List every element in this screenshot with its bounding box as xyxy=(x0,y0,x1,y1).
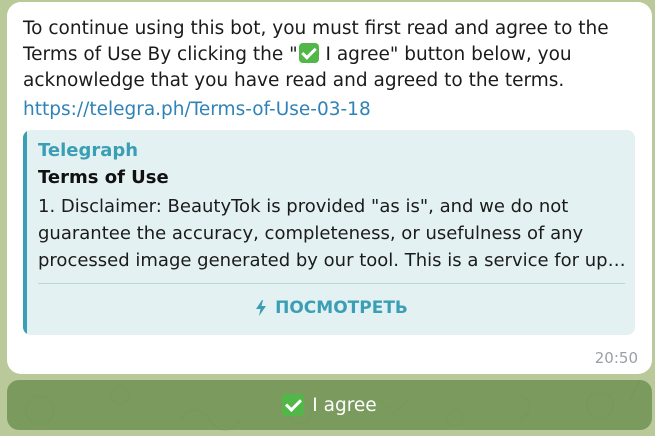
lightning-icon xyxy=(256,300,267,316)
preview-description-line: processed image generated by our tool. T… xyxy=(38,250,626,271)
instant-view-button[interactable]: ПОСМОТРЕТЬ xyxy=(38,286,625,330)
preview-divider xyxy=(38,283,625,284)
link-preview[interactable]: Telegraph Terms of Use 1. Disclaimer: Be… xyxy=(23,130,635,335)
preview-description-line: 1. Disclaimer: BeautyTok is provided "as… xyxy=(38,196,569,217)
message-text: To continue using this bot, you must fir… xyxy=(23,18,609,91)
message-time: 20:50 xyxy=(594,349,638,367)
preview-description-line: guarantee the accuracy, completeness, or… xyxy=(38,223,584,244)
i-agree-button[interactable]: I agree xyxy=(7,380,652,430)
preview-description: 1. Disclaimer: BeautyTok is provided "as… xyxy=(38,193,626,274)
message-bubble: To continue using this bot, you must fir… xyxy=(7,2,652,374)
check-mark-icon xyxy=(298,43,319,63)
terms-link[interactable]: https://telegra.ph/Terms-of-Use-03-18 xyxy=(23,97,371,123)
check-mark-icon xyxy=(282,394,305,416)
preview-site-name: Telegraph xyxy=(38,140,139,161)
instant-view-label: ПОСМОТРЕТЬ xyxy=(275,298,408,318)
preview-accent-bar xyxy=(23,130,27,335)
i-agree-label: I agree xyxy=(312,394,377,416)
preview-title: Terms of Use xyxy=(38,167,169,188)
